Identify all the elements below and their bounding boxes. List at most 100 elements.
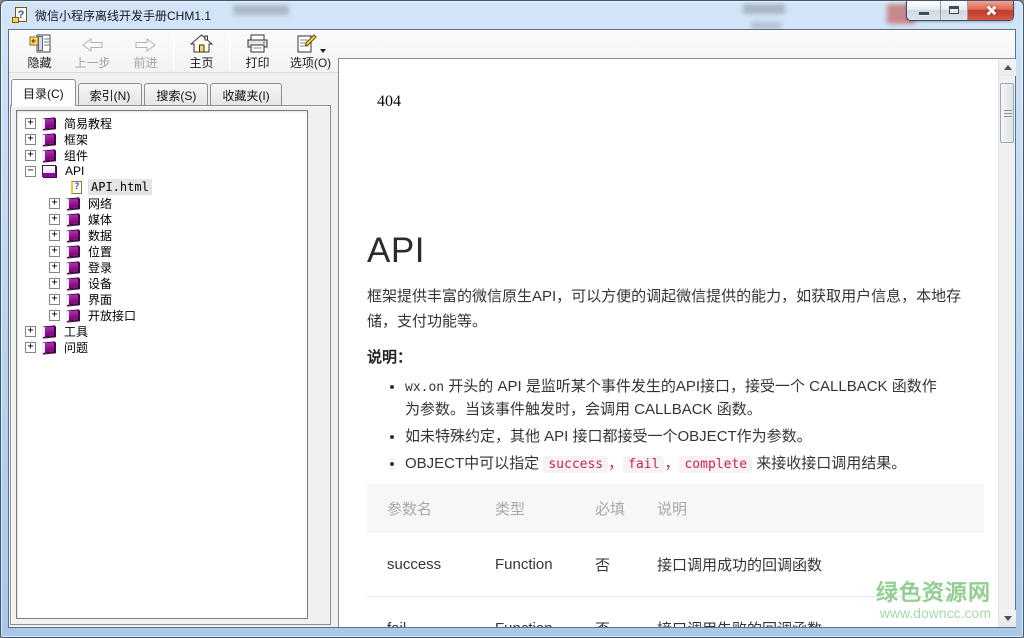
status-code-text: 404 [377, 93, 984, 111]
toolbar-button-label: 选项(O) [290, 54, 331, 71]
closed-book-icon [42, 341, 55, 353]
forward-arrow-icon [134, 32, 157, 53]
note-text: OBJECT中可以指定 [405, 455, 543, 472]
tab-label: 索引(N) [90, 87, 131, 104]
tree-item[interactable]: − API [17, 163, 307, 179]
topic-content-pane: 404 API 框架提供丰富的微信原生API，可以方便的调起微信提供的能力，如获… [338, 58, 1015, 627]
toolbar-button-label: 主页 [189, 54, 213, 71]
closed-book-icon [42, 325, 55, 337]
printer-icon [246, 32, 269, 53]
tab-favorites[interactable]: 收藏夹(I) [210, 83, 281, 106]
hide-panel-icon [29, 32, 51, 53]
tab-label: 搜索(S) [156, 87, 196, 104]
intro-paragraph: 框架提供丰富的微信原生API，可以方便的调起微信提供的能力，如获取用户信息，本地… [367, 284, 971, 334]
toolbar-button-label: 隐藏 [27, 54, 51, 71]
note-item: wx.on 开头的 API 是监听某个事件发生的API接口，接受一个 CALLB… [405, 376, 947, 421]
home-icon [190, 32, 213, 53]
table-row: fail Function 否 接口调用失败的回调函数 [367, 597, 984, 628]
navigation-pane: 目录(C) 索引(N) 搜索(S) 收藏夹(I) + 简易教程 + 框架 [9, 73, 333, 627]
title-bar[interactable]: ? 微信小程序离线开发手册CHM1.1 [1, 1, 1023, 29]
scrollbar-thumb[interactable] [1000, 83, 1014, 143]
expand-icon[interactable]: + [49, 294, 60, 305]
expand-icon[interactable]: + [49, 262, 60, 273]
closed-book-icon [42, 133, 55, 145]
closed-book-icon [66, 245, 79, 257]
expand-icon[interactable]: + [25, 342, 36, 353]
scroll-down-button[interactable] [999, 610, 1016, 627]
tree-item[interactable]: + 位置 [17, 243, 307, 259]
thumb-grip-icon [1004, 110, 1012, 118]
expand-icon[interactable]: + [49, 310, 60, 321]
print-button[interactable]: 打印 [231, 30, 284, 72]
expand-icon[interactable]: + [25, 118, 36, 129]
expand-icon[interactable]: + [49, 246, 60, 257]
closed-book-icon [66, 293, 79, 305]
contents-tree[interactable]: + 简易教程 + 框架 + 组件 − [16, 110, 308, 619]
home-button[interactable]: 主页 [175, 30, 228, 72]
tab-contents[interactable]: 目录(C) [11, 79, 76, 106]
tree-item-label: 问题 [61, 338, 91, 357]
tree-item[interactable]: + 设备 [17, 275, 307, 291]
toolbar-button-label: 上一步 [74, 54, 110, 71]
tree-item[interactable]: + 界面 [17, 291, 307, 307]
tree-item[interactable]: + 数据 [17, 227, 307, 243]
options-button[interactable]: 选项(O) [284, 30, 337, 72]
param-name: fail [367, 597, 475, 628]
expand-icon[interactable]: + [49, 214, 60, 225]
closed-book-icon [66, 309, 79, 321]
tree-item[interactable]: + 登录 [17, 259, 307, 275]
blurred-watermark [751, 22, 781, 29]
hide-button[interactable]: 隐藏 [13, 30, 66, 72]
tab-label: 目录(C) [23, 85, 64, 102]
window-controls [906, 1, 1014, 21]
param-type: Function [475, 597, 575, 628]
inline-code: success [543, 456, 608, 473]
param-required: 否 [575, 533, 637, 597]
param-description: 接口调用失败的回调函数 [637, 597, 984, 628]
note-item: 如未特殊约定，其他 API 接口都接受一个OBJECT作为参数。 [405, 426, 947, 448]
closed-book-icon [42, 117, 55, 129]
client-area: 隐藏 上一步 前进 主页 [8, 29, 1016, 628]
expand-icon[interactable]: + [25, 134, 36, 145]
tab-index[interactable]: 索引(N) [78, 83, 143, 106]
scroll-up-button[interactable] [999, 59, 1016, 76]
tab-search[interactable]: 搜索(S) [144, 83, 208, 106]
param-required: 否 [575, 597, 637, 628]
expand-icon[interactable]: + [25, 150, 36, 161]
tree-item-selected[interactable]: ? API.html [17, 179, 307, 195]
tree-item[interactable]: + 组件 [17, 147, 307, 163]
tree-item-label: 组件 [61, 146, 91, 165]
param-name: success [367, 533, 475, 597]
chm-viewer-window: ? 微信小程序离线开发手册CHM1.1 隐藏 [0, 0, 1024, 638]
minimize-button[interactable] [907, 1, 941, 20]
closed-book-icon [66, 261, 79, 273]
collapse-icon[interactable]: − [25, 166, 36, 177]
param-description: 接口调用成功的回调函数 [637, 533, 984, 597]
expand-icon[interactable]: + [25, 326, 36, 337]
expand-icon[interactable]: + [49, 230, 60, 241]
arrow-down-icon [1004, 616, 1012, 621]
blurred-watermark [233, 5, 289, 15]
expand-icon[interactable]: + [49, 198, 60, 209]
note-item: OBJECT中可以指定 success，fail，complete 来接收接口调… [405, 453, 947, 476]
toolbar-separator [173, 31, 174, 71]
window-title: 微信小程序离线开发手册CHM1.1 [35, 7, 211, 24]
inline-code: fail [623, 456, 664, 473]
parameters-table: 参数名 类型 必填 说明 success Function 否 接口调用成功的回… [367, 484, 984, 627]
expand-icon[interactable]: + [49, 278, 60, 289]
forward-button[interactable]: 前进 [119, 30, 172, 72]
tree-item[interactable]: + 媒体 [17, 211, 307, 227]
col-header: 说明 [637, 484, 984, 533]
tree-item[interactable]: + 网络 [17, 195, 307, 211]
col-header: 参数名 [367, 484, 475, 533]
maximize-button[interactable] [941, 1, 968, 20]
table-header-row: 参数名 类型 必填 说明 [367, 484, 984, 533]
tree-item[interactable]: + 问题 [17, 339, 307, 355]
notes-list: wx.on 开头的 API 是监听某个事件发生的API接口，接受一个 CALLB… [367, 376, 947, 476]
close-button[interactable] [968, 1, 1013, 20]
back-button[interactable]: 上一步 [66, 30, 119, 72]
minimize-icon [919, 12, 929, 15]
vertical-scrollbar[interactable] [998, 59, 1015, 627]
toolbar-separator [229, 31, 230, 71]
param-type: Function [475, 533, 575, 597]
